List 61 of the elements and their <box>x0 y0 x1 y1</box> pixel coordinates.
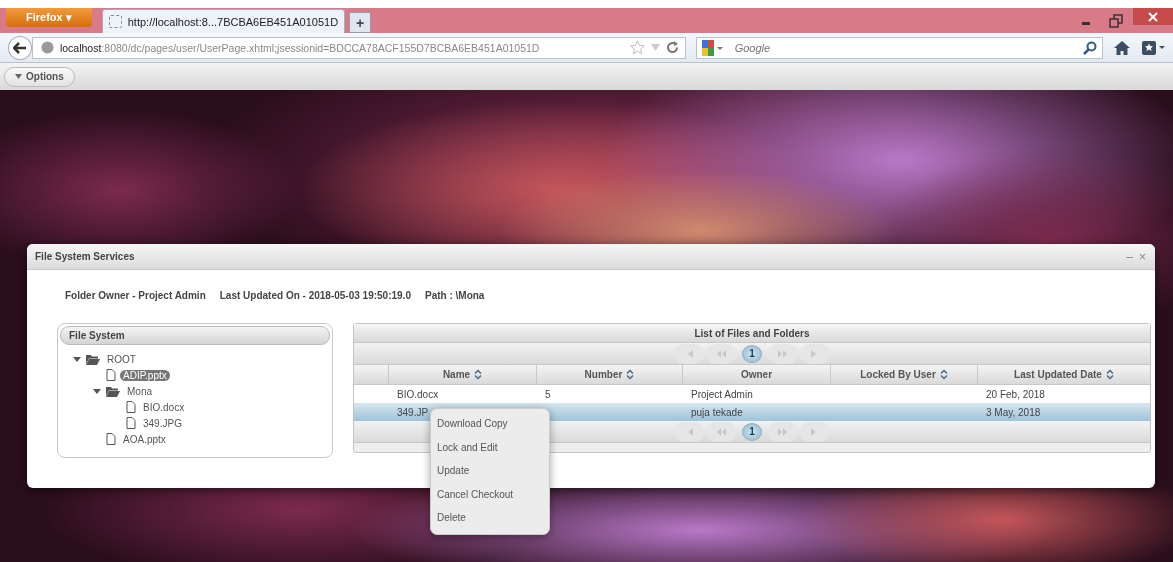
table-cell: 5 <box>545 388 551 400</box>
menu-item[interactable]: Cancel Checkout <box>431 482 549 506</box>
back-arrow-icon <box>12 41 27 54</box>
page-button[interactable]: 1 <box>742 422 762 441</box>
file-icon <box>106 369 116 381</box>
table-cell: 349.JP <box>397 406 429 418</box>
tree-item[interactable]: ADIP.pptx <box>120 369 170 381</box>
restore-icon[interactable] <box>1109 13 1123 28</box>
sort-icon[interactable] <box>626 369 635 380</box>
tree-item[interactable]: BIO.docx <box>140 401 188 413</box>
column-header[interactable]: Number <box>537 365 683 384</box>
menu-item[interactable]: Delete <box>431 506 549 530</box>
star-icon[interactable] <box>629 40 645 55</box>
page-button[interactable]: 1 <box>742 344 762 363</box>
column-header[interactable]: Last Updated Date <box>978 365 1150 384</box>
table-cell: 20 Feb, 2018 <box>986 388 1045 400</box>
tree-item[interactable]: AOA.pptx <box>120 433 169 445</box>
home-icon[interactable] <box>1113 39 1132 56</box>
tree-item[interactable]: Mona <box>124 385 155 397</box>
toggle-icon[interactable] <box>72 354 82 364</box>
column-header[interactable]: Name <box>389 365 537 384</box>
file-icon <box>126 401 136 413</box>
bookmarks-icon[interactable] <box>1141 39 1165 56</box>
search-field[interactable]: Google <box>695 36 1104 59</box>
column-header[interactable]: Locked By User <box>831 365 978 384</box>
globe-icon <box>40 41 54 54</box>
table-cell: BIO.docx <box>397 388 439 400</box>
options-button[interactable]: Options <box>4 66 75 87</box>
search-engine-icon[interactable] <box>701 38 724 57</box>
folder-icon <box>86 353 100 365</box>
address-field[interactable]: localhost:8080/dc/pages/user/UserPage.xhtml;jsessionid=BDCCA78ACF155D7BCBA6EB451A01051D <box>31 36 686 59</box>
close-icon[interactable] <box>1133 8 1173 25</box>
tree-item[interactable]: 349.JPG <box>140 417 185 429</box>
info-label: Folder Owner - Project Admin <box>65 290 206 301</box>
file-icon <box>126 417 136 429</box>
column-header[interactable]: Owner <box>683 365 831 384</box>
menu-item[interactable]: Lock and Edit <box>431 435 549 459</box>
reload-icon[interactable] <box>665 41 679 54</box>
sort-icon[interactable] <box>939 369 948 380</box>
sort-icon[interactable] <box>1105 369 1114 380</box>
dialog-title: File System Services <box>35 251 135 262</box>
browser-tab[interactable]: http://localhost:8...7BCBA6EB451A01051D <box>101 9 346 33</box>
table-cell: puja tekade <box>691 406 743 418</box>
caret-icon <box>15 74 22 79</box>
table-title: List of Files and Folders <box>354 324 1150 343</box>
table-row[interactable]: BIO.docx 5 Project Admin 20 Feb, 2018 <box>354 385 1150 403</box>
info-label: Path : \Mona <box>424 290 485 301</box>
info-label: Last Updated On - 2018-05-03 19:50:19.0 <box>219 290 411 301</box>
search-icon[interactable] <box>1083 40 1098 55</box>
new-tab-button[interactable]: + <box>349 12 372 33</box>
menu-item[interactable]: Update <box>431 459 549 483</box>
sort-icon[interactable] <box>474 369 483 380</box>
toggle-icon[interactable] <box>92 386 102 396</box>
file-icon <box>106 433 116 445</box>
tree-panel-header: File System <box>60 326 330 345</box>
tree-item[interactable]: ROOT <box>104 353 139 365</box>
table-cell: Project Admin <box>691 388 753 400</box>
back-button[interactable] <box>8 35 32 60</box>
table-cell: 3 May, 2018 <box>986 406 1041 418</box>
page-icon <box>108 15 122 28</box>
folder-icon <box>106 385 120 397</box>
